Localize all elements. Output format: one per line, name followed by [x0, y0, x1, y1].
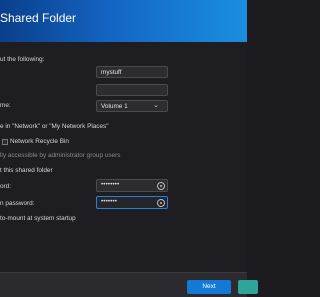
volume-select[interactable]: Volume 1 ⌄	[96, 100, 168, 112]
chevron-down-icon: ⌄	[153, 102, 159, 109]
automount-label: to-mount at system startup	[0, 215, 76, 222]
confirm-password-dots: •••••••	[101, 199, 118, 205]
volume-label: me:	[0, 102, 11, 109]
confirm-password-input[interactable]: •••••••	[96, 196, 168, 209]
volume-value: Volume 1	[101, 102, 128, 110]
folder-name-value: mystuff	[101, 68, 122, 76]
recycle-bin-label: Network Recycle Bin	[10, 138, 69, 145]
password-input[interactable]: ••••••••	[96, 179, 168, 192]
hide-network-text: e in "Network" or "My Network Places"	[0, 123, 109, 130]
folder-name-input[interactable]: mystuff	[96, 66, 168, 78]
show-password-icon[interactable]	[157, 181, 165, 190]
recycle-bin-checkbox[interactable]	[2, 139, 8, 145]
encrypt-label: t this shared folder	[0, 167, 53, 174]
dialog-header: Shared Folder	[0, 0, 247, 42]
next-button[interactable]: Next	[187, 280, 231, 294]
show-confirm-password-icon[interactable]	[157, 198, 165, 207]
description-input[interactable]	[96, 84, 168, 96]
confirm-password-label: n password:	[0, 200, 35, 207]
password-dots: ••••••••	[101, 182, 120, 188]
intro-text: ut the following:	[0, 56, 45, 63]
password-label: ord:	[0, 183, 12, 190]
admin-only-text: lly accessible by administrator group us…	[0, 152, 121, 159]
cancel-button[interactable]	[238, 280, 258, 294]
dialog-title: Shared Folder	[0, 11, 77, 25]
